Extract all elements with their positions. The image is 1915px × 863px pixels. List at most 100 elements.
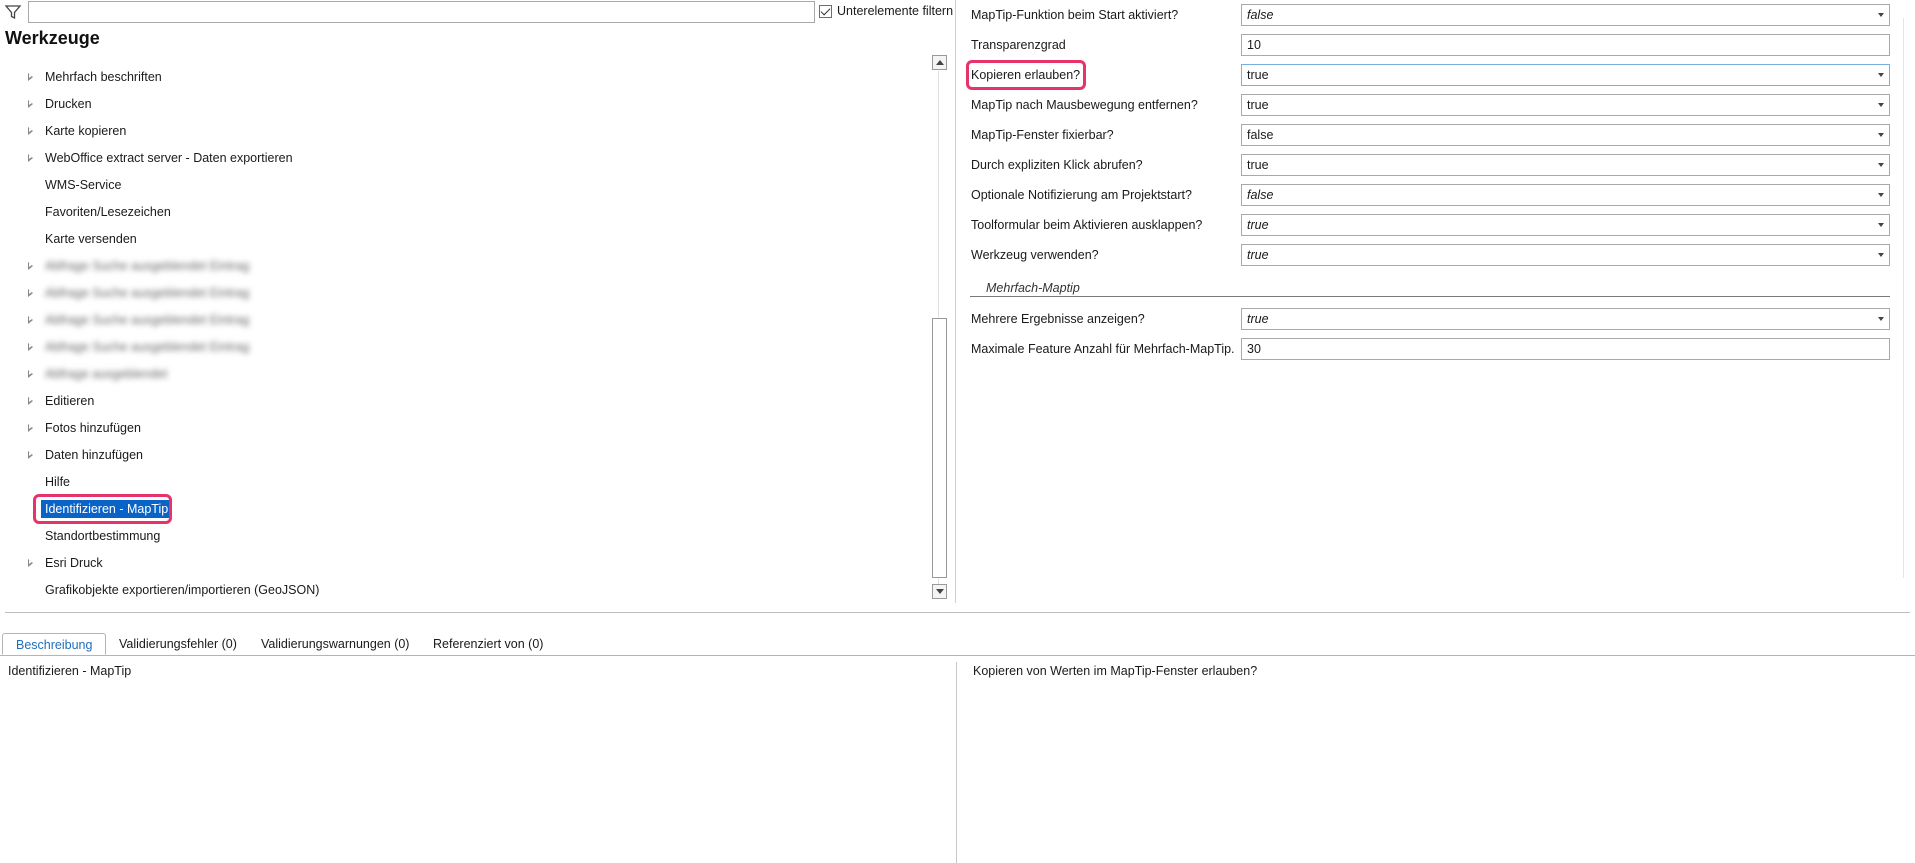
expand-arrow-icon[interactable] (26, 315, 36, 325)
tree-item[interactable]: Abfrage Suche ausgeblendet Eintrag (0, 279, 900, 306)
tab-divider (0, 655, 1915, 656)
property-value: true (1247, 158, 1269, 172)
property-label: Toolformular beim Aktivieren ausklappen? (971, 218, 1203, 232)
property-label: MapTip nach Mausbewegung entfernen? (971, 98, 1198, 112)
dropdown-arrow-icon[interactable] (1878, 133, 1884, 137)
tree-item[interactable]: Karte kopieren (0, 117, 900, 144)
scroll-thumb[interactable] (932, 318, 947, 578)
property-row: Maximale Feature Anzahl für Mehrfach-Map… (960, 336, 1890, 362)
property-dropdown[interactable]: true (1241, 244, 1890, 266)
property-dropdown[interactable]: true (1241, 308, 1890, 330)
expand-arrow-icon[interactable] (26, 369, 36, 379)
tree-item-label: Abfrage Suche ausgeblendet Eintrag (45, 312, 250, 327)
expand-arrow-icon[interactable] (26, 72, 36, 82)
scroll-down-icon[interactable] (932, 584, 947, 599)
expand-arrow-icon[interactable] (26, 396, 36, 406)
tab-2[interactable]: Validierungswarnungen (0) (248, 633, 422, 655)
description-property-text: Kopieren von Werten im MapTip-Fenster er… (973, 664, 1258, 678)
property-row: Durch expliziten Klick abrufen? true (960, 152, 1890, 178)
tree-item[interactable]: Abfrage ausgeblendet (0, 360, 900, 387)
property-dropdown[interactable]: true (1241, 94, 1890, 116)
tree-item[interactable]: Standortbestimmung (0, 522, 900, 549)
tree-item-label: Grafikobjekte exportieren/importieren (G… (45, 582, 320, 597)
tree-item[interactable]: Karte versenden (0, 225, 900, 252)
property-value: true (1247, 68, 1269, 82)
property-value: false (1247, 8, 1274, 22)
tree-item[interactable]: Abfrage Suche ausgeblendet Eintrag (0, 306, 900, 333)
tree-item[interactable]: WMS-Service (0, 171, 900, 198)
tree-item[interactable]: Abfrage Suche ausgeblendet Eintrag (0, 252, 900, 279)
tree-item[interactable]: Fotos hinzufügen (0, 414, 900, 441)
tree-item[interactable]: Esri Druck (0, 549, 900, 576)
filter-icon (4, 3, 22, 21)
tree-item[interactable]: Mehrfach beschriften (0, 63, 900, 90)
dropdown-arrow-icon[interactable] (1878, 193, 1884, 197)
property-value: true (1247, 218, 1269, 232)
tab-0[interactable]: Beschreibung (2, 633, 107, 655)
description-element-name: Identifizieren - MapTip (8, 664, 132, 678)
sub-filter-label: Unterelemente filtern (837, 4, 954, 18)
property-dropdown[interactable]: true (1241, 214, 1890, 236)
tree-item-label: Drucken (45, 96, 92, 111)
dropdown-arrow-icon[interactable] (1878, 253, 1884, 257)
dropdown-arrow-icon[interactable] (1878, 13, 1884, 17)
expand-arrow-icon[interactable] (26, 99, 36, 109)
tree-item[interactable]: Grafikobjekte exportieren/importieren (G… (0, 576, 900, 603)
property-scrollbar[interactable] (1895, 0, 1912, 603)
dropdown-arrow-icon[interactable] (1878, 163, 1884, 167)
sub-elements-filter-checkbox[interactable]: Unterelemente filtern (819, 2, 953, 20)
dropdown-arrow-icon[interactable] (1878, 223, 1884, 227)
property-input[interactable]: 30 (1241, 338, 1890, 360)
tab-1[interactable]: Validierungsfehler (0) (106, 633, 250, 655)
tree-item[interactable]: Editieren (0, 387, 900, 414)
tree-scrollbar[interactable] (931, 55, 948, 601)
property-dropdown[interactable]: false (1241, 124, 1890, 146)
tree-item[interactable]: Abfrage Suche ausgeblendet Eintrag (0, 333, 900, 360)
property-dropdown[interactable]: false (1241, 4, 1890, 26)
property-dropdown[interactable]: true (1241, 154, 1890, 176)
tree-item-label: Abfrage Suche ausgeblendet Eintrag (45, 339, 250, 354)
vertical-splitter[interactable] (955, 0, 956, 603)
tab-3[interactable]: Referenziert von (0) (420, 633, 556, 655)
checkbox-icon[interactable] (819, 4, 832, 18)
expand-arrow-icon[interactable] (26, 423, 36, 433)
expand-arrow-icon[interactable] (26, 126, 36, 136)
tree-item-label: Karte versenden (45, 231, 137, 246)
dropdown-arrow-icon[interactable] (1878, 73, 1884, 77)
dropdown-arrow-icon[interactable] (1878, 317, 1884, 321)
expand-arrow-icon[interactable] (26, 261, 36, 271)
tree-item-label: Standortbestimmung (45, 528, 161, 543)
property-label: Optionale Notifizierung am Projektstart? (971, 188, 1192, 202)
description-splitter[interactable] (956, 662, 957, 863)
property-dropdown[interactable]: true (1241, 64, 1890, 86)
property-dropdown[interactable]: false (1241, 184, 1890, 206)
tree-item-label: Abfrage ausgeblendet (45, 366, 168, 381)
tree-item[interactable]: Favoriten/Lesezeichen (0, 198, 900, 225)
property-value: 10 (1247, 38, 1261, 52)
tree-item-label: Editieren (45, 393, 95, 408)
scroll-up-icon[interactable] (932, 55, 947, 70)
tree-item-label: Favoriten/Lesezeichen (45, 204, 171, 219)
tree-item[interactable]: Drucken (0, 90, 900, 117)
property-row: Werkzeug verwenden? true (960, 242, 1890, 268)
tree-item[interactable]: Daten hinzufügen (0, 441, 900, 468)
tree-item[interactable]: WebOffice extract server - Daten exporti… (0, 144, 900, 171)
expand-arrow-icon[interactable] (26, 153, 36, 163)
tree-item-label: Hilfe (45, 474, 71, 489)
expand-arrow-icon[interactable] (26, 342, 36, 352)
expand-arrow-icon[interactable] (26, 450, 36, 460)
dropdown-arrow-icon[interactable] (1878, 103, 1884, 107)
filter-input[interactable] (28, 1, 815, 23)
property-input[interactable]: 10 (1241, 34, 1890, 56)
expand-arrow-icon[interactable] (26, 558, 36, 568)
horizontal-splitter[interactable] (5, 612, 1910, 613)
tree-title: Werkzeuge (5, 28, 100, 48)
property-row: Optionale Notifizierung am Projektstart?… (960, 182, 1890, 208)
property-label: Werkzeug verwenden? (971, 248, 1099, 262)
tree-item-selected[interactable]: Identifizieren - MapTip (0, 494, 900, 524)
property-value: true (1247, 248, 1269, 262)
property-row: MapTip-Fenster fixierbar? false (960, 122, 1890, 148)
tree-item[interactable]: Hilfe (0, 468, 900, 495)
tree-item-label: Fotos hinzufügen (45, 420, 141, 435)
expand-arrow-icon[interactable] (26, 288, 36, 298)
